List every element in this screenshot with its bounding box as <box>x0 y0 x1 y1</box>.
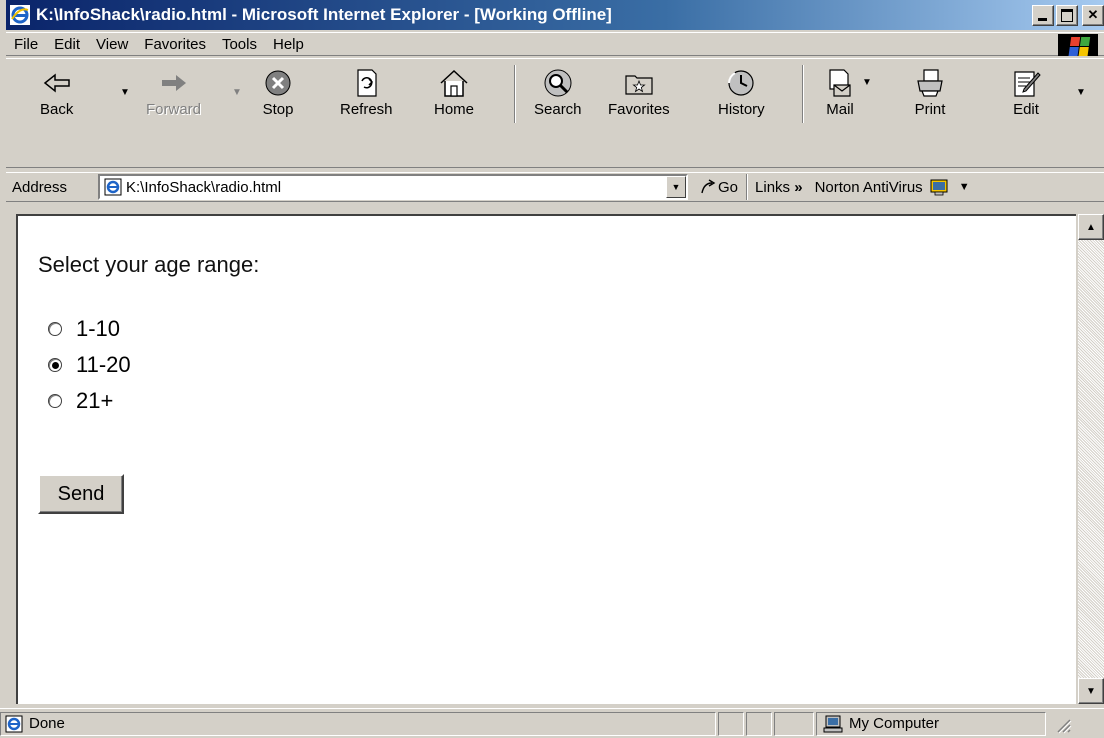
refresh-button[interactable]: Refresh <box>340 67 393 127</box>
scroll-up-button[interactable]: ▲ <box>1078 214 1104 240</box>
links-button[interactable]: Links » <box>755 179 803 196</box>
norton-icon <box>930 179 948 196</box>
mail-icon <box>829 69 851 97</box>
close-button[interactable]: ✕ <box>1082 4 1104 26</box>
radio-option-1-10[interactable]: 1-10 <box>48 316 120 342</box>
internet-explorer-icon <box>10 5 30 25</box>
go-arrow-icon <box>701 179 716 194</box>
age-prompt: Select your age range: <box>38 252 260 277</box>
address-value: K:\InfoShack\radio.html <box>126 178 282 196</box>
home-button[interactable]: Home <box>434 67 474 127</box>
toolbar: Back ▼ Forward ▼ Stop Refresh Home Searc… <box>6 58 1104 202</box>
history-icon <box>728 70 754 96</box>
back-arrow-icon <box>43 73 70 93</box>
title-bar: K:\InfoShack\radio.html - Microsoft Inte… <box>6 0 1104 30</box>
stop-label: Stop <box>262 101 294 118</box>
browser-window: K:\InfoShack\radio.html - Microsoft Inte… <box>0 0 1104 738</box>
favorites-folder-icon <box>625 75 653 95</box>
page-done-icon <box>5 715 23 732</box>
windows-logo-icon <box>1058 34 1098 56</box>
refresh-label: Refresh <box>340 101 393 118</box>
favorites-label: Favorites <box>608 101 670 118</box>
menu-favorites[interactable]: Favorites <box>136 36 214 53</box>
scroll-down-button[interactable]: ▼ <box>1078 678 1104 704</box>
forward-arrow-icon <box>161 75 186 91</box>
toolbar-more-icon[interactable]: ▼ <box>1076 87 1086 98</box>
forward-label: Forward <box>146 101 202 118</box>
address-field[interactable]: K:\InfoShack\radio.html ▼ <box>98 174 688 200</box>
security-zone-panel: My Computer <box>816 711 1046 736</box>
mail-button[interactable]: Mail <box>824 67 856 127</box>
radio-option-21-plus[interactable]: 21+ <box>48 388 113 414</box>
edit-button[interactable]: Edit <box>1010 67 1042 127</box>
address-bar: Address K:\InfoShack\radio.html ▼ Go Lin… <box>6 172 1104 202</box>
standard-buttons: Back ▼ Forward ▼ Stop Refresh Home Searc… <box>6 58 1104 168</box>
norton-label: Norton AntiVirus <box>814 178 923 196</box>
go-label: Go <box>718 178 739 196</box>
radio-option-11-20[interactable]: 11-20 <box>48 352 131 378</box>
print-button[interactable]: Print <box>914 67 946 127</box>
edit-icon <box>1014 71 1041 97</box>
security-zone-label: My Computer <box>849 715 940 732</box>
history-button[interactable]: History <box>718 67 765 127</box>
printer-icon <box>917 69 943 97</box>
status-panel <box>746 711 772 736</box>
page-content: Select your age range: 1-10 11-20 21+ Se… <box>16 214 1076 704</box>
stop-icon <box>265 70 291 96</box>
search-label: Search <box>534 101 582 118</box>
address-label: Address <box>12 178 68 196</box>
radio-button-selected[interactable] <box>48 358 62 372</box>
menu-help[interactable]: Help <box>265 36 312 53</box>
stop-button[interactable]: Stop <box>262 67 294 127</box>
radio-button[interactable] <box>48 394 62 408</box>
menu-bar: File Edit View Favorites Tools Help <box>6 32 1104 56</box>
toolbar-separator <box>514 65 516 123</box>
menu-file[interactable]: File <box>6 36 46 53</box>
forward-button[interactable]: Forward <box>146 67 201 127</box>
back-button[interactable]: Back <box>40 67 73 127</box>
print-label: Print <box>914 101 946 118</box>
radio-button[interactable] <box>48 322 62 336</box>
home-label: Home <box>434 101 475 118</box>
norton-antivirus-button[interactable]: Norton AntiVirus <box>815 178 949 196</box>
menu-tools[interactable]: Tools <box>214 36 265 53</box>
radio-label: 21+ <box>76 388 114 413</box>
edit-label: Edit <box>1013 101 1039 118</box>
address-dropdown-button[interactable]: ▼ <box>666 176 686 198</box>
menu-edit[interactable]: Edit <box>46 36 88 53</box>
window-title: K:\InfoShack\radio.html - Microsoft Inte… <box>36 5 612 24</box>
back-label: Back <box>40 101 74 118</box>
status-panel <box>718 711 744 736</box>
send-button[interactable]: Send <box>38 474 124 514</box>
status-bar: Done My Computer <box>0 708 1104 738</box>
links-dropdown-icon[interactable]: ▼ <box>959 181 970 193</box>
toolbar-separator <box>802 65 804 123</box>
minimize-button[interactable] <box>1032 4 1054 26</box>
home-icon <box>440 69 468 97</box>
back-dropdown-icon[interactable]: ▼ <box>120 87 130 98</box>
search-icon <box>544 69 572 97</box>
go-button[interactable]: Go <box>688 179 746 196</box>
my-computer-icon <box>823 715 843 732</box>
mail-dropdown-icon[interactable]: ▼ <box>862 77 872 88</box>
status-panel <box>774 711 814 736</box>
maximize-button[interactable] <box>1056 4 1078 26</box>
radio-label: 1-10 <box>76 316 121 341</box>
history-label: History <box>718 101 765 118</box>
mail-label: Mail <box>826 101 854 118</box>
favorites-button[interactable]: Favorites <box>608 67 670 127</box>
page-icon <box>104 178 122 196</box>
resize-grip-icon[interactable] <box>1052 714 1072 734</box>
refresh-icon <box>357 69 377 97</box>
radio-label: 11-20 <box>76 352 131 377</box>
status-text: Done <box>29 715 65 732</box>
menu-view[interactable]: View <box>88 36 136 53</box>
forward-dropdown-icon[interactable]: ▼ <box>232 87 242 98</box>
status-text-panel: Done <box>0 711 716 736</box>
links-bar: Links » Norton AntiVirus ▼ <box>746 174 970 200</box>
vertical-scrollbar[interactable]: ▲ ▼ <box>1078 214 1104 704</box>
search-button[interactable]: Search <box>534 67 582 127</box>
